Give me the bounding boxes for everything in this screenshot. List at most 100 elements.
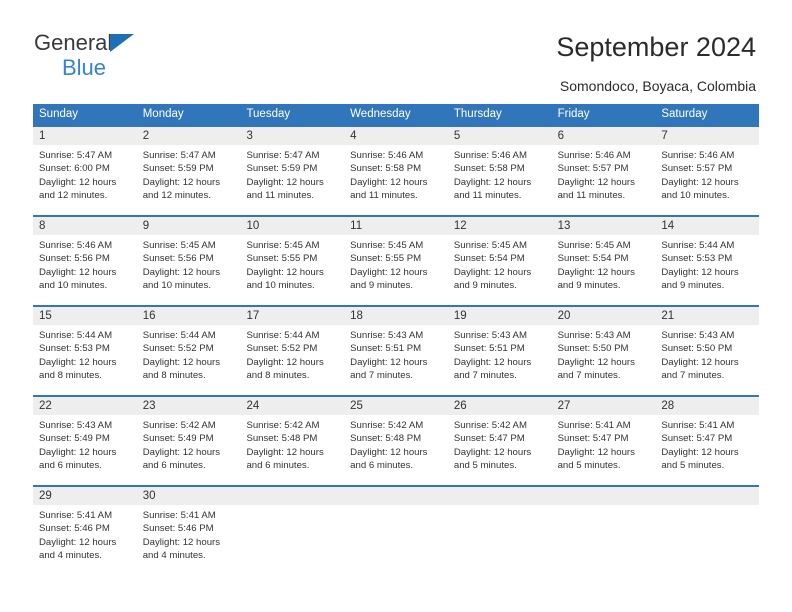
calendar-day-cell[interactable]: 12 Sunrise: 5:45 AM Sunset: 5:54 PM Dayl… [447,217,552,300]
sunrise-text: Sunrise: 5:45 AM [246,240,320,251]
calendar-day-cell[interactable]: 25 Sunrise: 5:42 AM Sunset: 5:48 PM Dayl… [344,397,448,480]
sunset-text: Sunset: 5:47 PM [557,433,629,445]
calendar-day-cell[interactable]: 30 Sunrise: 5:41 AM Sunset: 5:46 PM Dayl… [136,487,241,570]
daylight-text-line2: and 5 minutes. [661,459,725,471]
day-details: Sunrise: 5:46 AM Sunset: 5:56 PM Dayligh… [33,235,137,292]
calendar-day-cell[interactable]: 9 Sunrise: 5:45 AM Sunset: 5:56 PM Dayli… [136,217,241,300]
calendar-day-cell[interactable]: 11 Sunrise: 5:45 AM Sunset: 5:55 PM Dayl… [344,217,448,300]
calendar-day-cell[interactable]: 26 Sunrise: 5:42 AM Sunset: 5:47 PM Dayl… [447,397,552,480]
daylight-text-line1: Daylight: 12 hours [246,446,324,458]
daylight-text-line1: Daylight: 12 hours [661,176,739,188]
sunset-text: Sunset: 5:46 PM [39,523,110,535]
sunrise-text: Sunrise: 5:43 AM [350,330,424,341]
sunset-text: Sunset: 5:55 PM [246,253,318,265]
calendar-day-cell[interactable]: 7 Sunrise: 5:46 AM Sunset: 5:57 PM Dayli… [655,127,760,210]
sunset-text: Sunset: 5:55 PM [350,253,422,265]
sunset-text: Sunset: 5:52 PM [246,343,318,355]
daylight-text-line2: and 8 minutes. [142,369,206,381]
sunrise-text: Sunrise: 5:46 AM [661,150,735,161]
general-blue-logo[interactable]: General Blue [34,32,234,79]
day-number: 15 [33,307,137,325]
day-details: Sunrise: 5:41 AM Sunset: 5:46 PM Dayligh… [33,505,137,562]
daylight-text-line2: and 4 minutes. [142,549,206,561]
day-number: 23 [136,397,241,415]
logo-text-blue: Blue [62,55,107,80]
day-details: Sunrise: 5:45 AM Sunset: 5:55 PM Dayligh… [344,235,448,292]
sunrise-text: Sunrise: 5:47 AM [39,150,113,161]
calendar-day-cell[interactable]: 6 Sunrise: 5:46 AM Sunset: 5:57 PM Dayli… [551,127,656,210]
calendar-day-cell[interactable]: 4 Sunrise: 5:46 AM Sunset: 5:58 PM Dayli… [344,127,448,210]
sunrise-text: Sunrise: 5:44 AM [39,330,113,341]
calendar-day-cell[interactable]: 17 Sunrise: 5:44 AM Sunset: 5:52 PM Dayl… [240,307,345,390]
daylight-text-line2: and 9 minutes. [661,279,725,291]
calendar-day-cell[interactable]: 15 Sunrise: 5:44 AM Sunset: 5:53 PM Dayl… [33,307,137,390]
day-number [447,487,552,505]
calendar-day-cell[interactable]: 3 Sunrise: 5:47 AM Sunset: 5:59 PM Dayli… [240,127,345,210]
daylight-text-line1: Daylight: 12 hours [142,536,221,548]
day-number: 28 [655,397,760,415]
daylight-text-line1: Daylight: 12 hours [246,176,324,188]
day-number: 27 [551,397,656,415]
day-number: 18 [344,307,448,325]
sunset-text: Sunset: 5:47 PM [661,433,733,445]
sunset-text: Sunset: 5:59 PM [142,163,214,175]
sunrise-text: Sunrise: 5:42 AM [350,420,424,431]
day-number: 20 [551,307,656,325]
calendar-day-cell[interactable]: 22 Sunrise: 5:43 AM Sunset: 5:49 PM Dayl… [33,397,137,480]
daylight-text-line1: Daylight: 12 hours [142,176,221,188]
weekday-header-tuesday: Tuesday [246,108,291,120]
calendar-day-cell[interactable]: 21 Sunrise: 5:43 AM Sunset: 5:50 PM Dayl… [655,307,760,390]
calendar-week-row: 15 Sunrise: 5:44 AM Sunset: 5:53 PM Dayl… [33,305,760,390]
calendar-day-cell[interactable]: 18 Sunrise: 5:43 AM Sunset: 5:51 PM Dayl… [344,307,448,390]
day-details: Sunrise: 5:45 AM Sunset: 5:54 PM Dayligh… [552,235,656,292]
daylight-text-line2: and 6 minutes. [142,459,206,471]
day-details: Sunrise: 5:46 AM Sunset: 5:57 PM Dayligh… [655,145,759,202]
day-number: 30 [136,487,241,505]
calendar-day-cell[interactable]: 29 Sunrise: 5:41 AM Sunset: 5:46 PM Dayl… [33,487,137,570]
calendar-day-cell[interactable]: 10 Sunrise: 5:45 AM Sunset: 5:55 PM Dayl… [240,217,345,300]
calendar-day-cell-empty [551,487,656,570]
day-details: Sunrise: 5:44 AM Sunset: 5:52 PM Dayligh… [137,325,241,382]
calendar-day-cell[interactable]: 16 Sunrise: 5:44 AM Sunset: 5:52 PM Dayl… [136,307,241,390]
calendar-day-cell[interactable]: 23 Sunrise: 5:42 AM Sunset: 5:49 PM Dayl… [136,397,241,480]
sunrise-text: Sunrise: 5:44 AM [142,330,216,341]
calendar-day-cell[interactable]: 5 Sunrise: 5:46 AM Sunset: 5:58 PM Dayli… [447,127,552,210]
daylight-text-line1: Daylight: 12 hours [557,266,635,278]
calendar-day-cell[interactable]: 20 Sunrise: 5:43 AM Sunset: 5:50 PM Dayl… [551,307,656,390]
day-number: 14 [655,217,760,235]
calendar-day-cell[interactable]: 28 Sunrise: 5:41 AM Sunset: 5:47 PM Dayl… [655,397,760,480]
calendar-grid: Sunday Monday Tuesday Wednesday Thursday… [33,104,760,570]
calendar-day-cell[interactable]: 19 Sunrise: 5:43 AM Sunset: 5:51 PM Dayl… [447,307,552,390]
day-number: 9 [136,217,241,235]
sunset-text: Sunset: 5:58 PM [350,163,422,175]
page-subtitle-location: Somondoco, Boyaca, Colombia [559,78,756,94]
page-header: General Blue September 2024 Somondoco, B… [0,0,792,100]
daylight-text-line2: and 5 minutes. [557,459,621,471]
daylight-text-line1: Daylight: 12 hours [350,176,428,188]
weekday-header-monday: Monday [142,108,184,120]
calendar-week-row: 29 Sunrise: 5:41 AM Sunset: 5:46 PM Dayl… [33,485,760,570]
daylight-text-line2: and 10 minutes. [142,279,211,291]
calendar-day-cell[interactable]: 8 Sunrise: 5:46 AM Sunset: 5:56 PM Dayli… [33,217,137,300]
calendar-day-cell[interactable]: 24 Sunrise: 5:42 AM Sunset: 5:48 PM Dayl… [240,397,345,480]
sunset-text: Sunset: 5:46 PM [142,523,214,535]
calendar-day-cell[interactable]: 2 Sunrise: 5:47 AM Sunset: 5:59 PM Dayli… [136,127,241,210]
day-number: 5 [447,127,552,145]
daylight-text-line2: and 12 minutes. [39,189,108,201]
weekday-header-thursday: Thursday [453,108,502,120]
daylight-text-line1: Daylight: 12 hours [557,446,635,458]
calendar-day-cell[interactable]: 27 Sunrise: 5:41 AM Sunset: 5:47 PM Dayl… [551,397,656,480]
sunset-text: Sunset: 5:54 PM [453,253,525,265]
calendar-day-cell[interactable]: 1 Sunrise: 5:47 AM Sunset: 6:00 PM Dayli… [33,127,137,210]
calendar-day-cell[interactable]: 14 Sunrise: 5:44 AM Sunset: 5:53 PM Dayl… [655,217,760,300]
day-number: 21 [655,307,760,325]
sunrise-text: Sunrise: 5:47 AM [246,150,320,161]
logo-triangle-icon [110,34,134,52]
calendar-day-cell-empty [240,487,345,570]
sunrise-text: Sunrise: 5:46 AM [557,150,631,161]
calendar-day-cell[interactable]: 13 Sunrise: 5:45 AM Sunset: 5:54 PM Dayl… [551,217,656,300]
daylight-text-line2: and 11 minutes. [350,189,418,201]
sunset-text: Sunset: 5:59 PM [246,163,318,175]
day-number: 22 [33,397,137,415]
daylight-text-line2: and 9 minutes. [557,279,621,291]
